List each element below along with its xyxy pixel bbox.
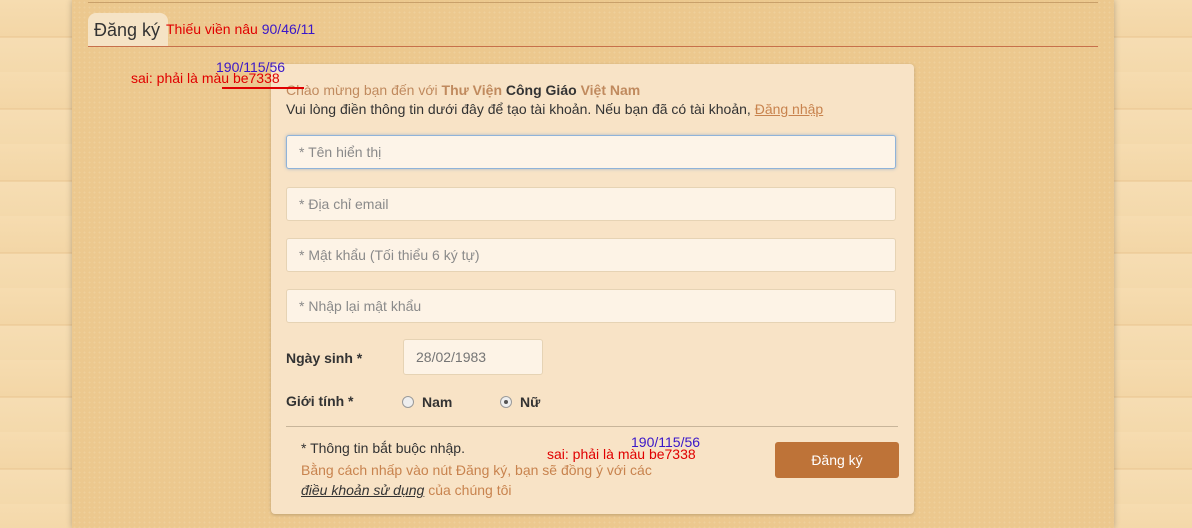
intro-sentence: Vui lòng điền thông tin dưới đây để tạo …	[286, 101, 751, 117]
radio-checked-icon	[500, 396, 512, 408]
birthday-label: Ngày sinh *	[286, 350, 363, 366]
section-title: Đăng ký	[94, 20, 161, 40]
intro-text: Vui lòng điền thông tin dưới đây để tạo …	[286, 101, 823, 117]
gender-female-label: Nữ	[520, 394, 541, 410]
gender-male-radio[interactable]: Nam	[402, 394, 452, 410]
gender-label: Giới tính *	[286, 393, 354, 409]
radio-unchecked-icon	[402, 396, 414, 408]
display-name-input[interactable]	[286, 135, 896, 169]
password-input[interactable]	[286, 238, 896, 272]
brand-part-2: Công Giáo	[505, 82, 577, 98]
top-bar	[88, 0, 1098, 3]
form-divider	[286, 426, 898, 427]
brand-part-1: Thư Viện	[441, 82, 502, 98]
annotation-border-rgb: 90/46/11	[261, 21, 316, 37]
annotation-border-text: Thiếu viền nâu	[166, 21, 258, 37]
email-input[interactable]	[286, 187, 896, 221]
annotation-border-note: Thiếu viền nâu 90/46/11	[166, 21, 315, 37]
welcome-prefix: Chào mừng bạn đến với	[286, 82, 438, 98]
terms-text: Bằng cách nhấp vào nút Đăng ký, bạn sẽ đ…	[301, 460, 652, 500]
confirm-password-input[interactable]	[286, 289, 896, 323]
gender-female-radio[interactable]: Nữ	[500, 394, 540, 410]
annotation-wrong-color-bottom: sai: phải là màu be7338	[547, 446, 696, 462]
section-divider	[88, 46, 1098, 47]
terms-prefix: Bằng cách nhấp vào nút Đăng ký, bạn sẽ đ…	[301, 462, 652, 478]
content-panel: Đăng ký Chào mừng bạn đến với Thư Viện C…	[72, 0, 1114, 528]
terms-suffix: của chúng tôi	[428, 482, 512, 498]
birthday-input[interactable]	[403, 339, 543, 375]
register-button[interactable]: Đăng ký	[775, 442, 899, 478]
login-link[interactable]: Đăng nhập	[755, 101, 824, 117]
brand-part-3: Việt Nam	[580, 82, 641, 98]
annotation-wrong-color-top: sai: phải là màu be7338	[131, 70, 280, 86]
welcome-text: Chào mừng bạn đến với Thư Viện Công Giáo…	[286, 82, 640, 98]
terms-link[interactable]: điều khoản sử dụng	[301, 482, 424, 498]
required-note: * Thông tin bắt buộc nhập.	[301, 440, 465, 456]
annotation-strike-line	[222, 87, 304, 89]
gender-male-label: Nam	[422, 394, 453, 410]
